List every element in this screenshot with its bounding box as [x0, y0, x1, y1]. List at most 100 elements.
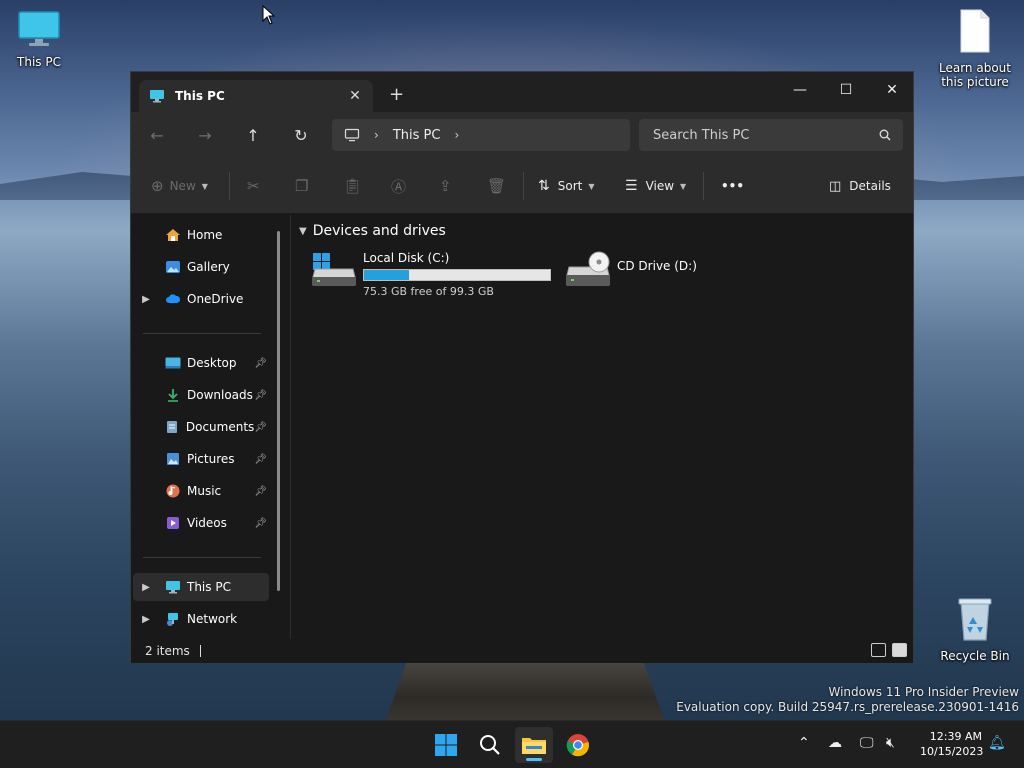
sidebar-item-home[interactable]: Home: [133, 221, 269, 249]
clock[interactable]: 12:39 AM 10/15/2023: [920, 729, 984, 759]
back-button[interactable]: ←: [143, 122, 171, 148]
share-button[interactable]: ⇪: [439, 174, 452, 198]
address-bar[interactable]: › This PC ›: [332, 119, 630, 151]
expand-chevron-icon[interactable]: ▶: [133, 614, 159, 625]
pin-icon[interactable]: 📌︎: [254, 486, 267, 497]
taskbar-chrome[interactable]: [559, 727, 597, 763]
maximize-button[interactable]: ☐: [823, 76, 869, 104]
desktop-icon-label: Recycle Bin: [940, 649, 1010, 663]
drive-item-c[interactable]: Local Disk (C:) 75.3 GB free of 99.3 GB: [311, 251, 551, 298]
sidebar-item-network[interactable]: ▶ Network: [133, 605, 269, 633]
desktop-icon-recycle-bin[interactable]: Recycle Bin: [938, 596, 1012, 663]
drive-item-d[interactable]: CD Drive (D:): [565, 251, 697, 287]
details-button[interactable]: ◫ Details: [829, 174, 891, 198]
minimize-button[interactable]: —: [777, 76, 823, 104]
sidebar-divider: [143, 557, 261, 558]
drive-usage-bar: [363, 269, 551, 281]
chrome-icon: [566, 734, 590, 757]
network-status-icon[interactable]: 🖵︎: [860, 735, 874, 751]
rename-button[interactable]: Ⓐ: [391, 174, 406, 198]
sidebar-item-gallery[interactable]: Gallery: [133, 253, 269, 281]
status-bar: 2 items: [131, 639, 913, 663]
new-button[interactable]: ⊕ New ▼: [151, 174, 208, 198]
music-icon: [163, 483, 183, 499]
search-icon: [480, 735, 500, 755]
new-tab-button[interactable]: +: [389, 84, 404, 105]
pin-icon[interactable]: 📌︎: [254, 454, 267, 465]
view-icon: ☰: [625, 178, 638, 194]
more-icon: •••: [721, 179, 745, 193]
sidebar-item-pictures[interactable]: Pictures 📌︎: [133, 445, 269, 473]
close-button[interactable]: ✕: [869, 76, 915, 104]
group-title: Devices and drives: [312, 223, 446, 239]
clock-time: 12:39 AM: [929, 730, 982, 743]
clock-date: 10/15/2023: [920, 745, 984, 758]
forward-button[interactable]: →: [191, 122, 219, 148]
drive-name: CD Drive (D:): [617, 259, 697, 273]
scissors-icon: ✂: [247, 177, 260, 195]
show-hidden-icons-chevron-icon[interactable]: ⌃: [798, 735, 810, 751]
sidebar-item-downloads[interactable]: Downloads 📌︎: [133, 381, 269, 409]
plus-circle-icon: ⊕: [151, 177, 164, 195]
sidebar-item-onedrive[interactable]: ▶ OneDrive: [133, 285, 269, 313]
gallery-icon: [163, 259, 183, 275]
volume-muted-icon[interactable]: 🔇︎: [886, 735, 895, 751]
start-button[interactable]: [427, 727, 465, 763]
sort-button[interactable]: ⇅ Sort ▼: [538, 174, 595, 198]
sidebar-item-desktop[interactable]: Desktop 📌︎: [133, 349, 269, 377]
share-icon: ⇪: [439, 177, 452, 195]
breadcrumb-chevron-icon: ›: [374, 128, 379, 142]
drive-free-space: 75.3 GB free of 99.3 GB: [363, 285, 494, 298]
view-label: View: [645, 179, 675, 193]
delete-button[interactable]: 🗑︎: [487, 174, 506, 198]
view-button[interactable]: ☰ View ▼: [625, 174, 686, 198]
onedrive-status-icon[interactable]: ☁: [828, 735, 842, 751]
search-input[interactable]: Search This PC: [639, 119, 903, 151]
taskbar-file-explorer[interactable]: [515, 727, 553, 763]
refresh-button[interactable]: ↻: [287, 122, 315, 148]
arrow-up-icon: ↑: [246, 125, 260, 145]
expand-chevron-icon[interactable]: ▶: [133, 582, 159, 593]
taskbar-search-button[interactable]: [471, 727, 509, 763]
paste-button[interactable]: 📋︎: [343, 174, 362, 198]
notification-bell-icon[interactable]: 🔔︎: [988, 735, 1006, 751]
sidebar-scrollbar[interactable]: [277, 231, 280, 591]
sidebar-item-documents[interactable]: Documents 📌︎: [133, 413, 269, 441]
breadcrumb-chevron-icon[interactable]: ›: [454, 128, 459, 142]
expand-chevron-icon[interactable]: ▶: [133, 294, 159, 305]
group-header-devices-and-drives[interactable]: ▼ Devices and drives: [299, 223, 446, 239]
search-icon: [879, 129, 891, 141]
tab-close-icon[interactable]: ✕: [347, 88, 363, 104]
sidebar-item-videos[interactable]: Videos 📌︎: [133, 509, 269, 537]
arrow-left-icon: ←: [150, 125, 164, 145]
pin-icon[interactable]: 📌︎: [254, 422, 267, 433]
details-view-button[interactable]: [871, 643, 886, 657]
drive-usage-fill: [364, 270, 409, 280]
desktop-icon-this-pc[interactable]: This PC: [2, 10, 76, 69]
cut-button[interactable]: ✂: [247, 174, 260, 198]
navigation-pane: Home Gallery ▶ OneDrive Desktop 📌︎ Downl…: [131, 215, 289, 639]
pin-icon[interactable]: 📌︎: [254, 518, 267, 529]
more-options-button[interactable]: •••: [721, 174, 744, 198]
close-icon: ✕: [886, 82, 898, 98]
sidebar-item-music[interactable]: Music 📌︎: [133, 477, 269, 505]
pin-icon[interactable]: 📌︎: [254, 358, 267, 369]
chevron-down-icon: ▼: [299, 225, 307, 237]
sort-label: Sort: [557, 179, 583, 193]
sidebar-item-this-pc[interactable]: ▶ This PC: [133, 573, 269, 601]
details-pane-icon: ◫: [829, 178, 842, 194]
home-icon: [163, 227, 183, 243]
pin-icon[interactable]: 📌︎: [254, 390, 267, 401]
tab-this-pc[interactable]: This PC ✕: [139, 80, 373, 112]
up-button[interactable]: ↑: [239, 122, 267, 148]
item-count: 2 items: [145, 644, 190, 658]
copy-button[interactable]: ❐: [295, 174, 308, 198]
breadcrumb-this-pc[interactable]: This PC: [393, 128, 441, 143]
sidebar-item-label: Desktop: [187, 356, 237, 370]
desktop-icon-learn-about-picture[interactable]: Learn about this picture: [938, 8, 1012, 89]
taskbar: ⌃ ☁ 🖵︎ 🔇︎ 12:39 AM 10/15/2023 🔔︎: [0, 720, 1024, 768]
recycle-bin-icon: [958, 598, 992, 641]
large-icons-view-button[interactable]: [892, 643, 907, 657]
details-label: Details: [849, 179, 891, 193]
document-icon: [960, 9, 990, 53]
